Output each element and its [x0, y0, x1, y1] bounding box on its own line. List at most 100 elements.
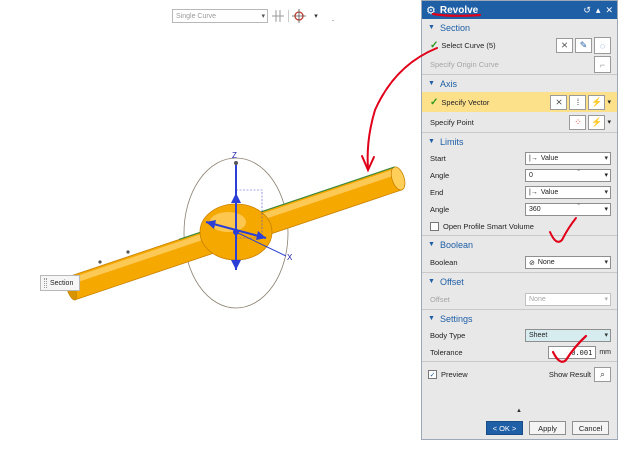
axis-group: ▼ Axis ✓ Specify Vector ⨯ ⁞ ⚡ ▾ Specify … — [422, 75, 617, 133]
value-icon: |→ — [529, 155, 538, 162]
checkmark-icon: ✓ — [430, 40, 439, 51]
open-profile-label: Open Profile Smart Volume — [443, 222, 534, 231]
chevron-down-icon[interactable]: ▾ — [607, 98, 611, 106]
graphics-viewport[interactable]: Single Curve ▾ ▾ . Z X Section — [0, 0, 420, 460]
magnifier-icon[interactable]: ⌕ — [594, 367, 611, 382]
end-angle-input[interactable]: 360 ° ▾ — [525, 203, 611, 216]
chevron-down-icon: ▾ — [604, 172, 608, 179]
boolean-group: ▼ Boolean Boolean ⊘ None ▾ — [422, 236, 617, 273]
section-tooltip[interactable]: Section — [40, 275, 80, 291]
dialog-buttons: < OK > Apply Cancel — [422, 421, 617, 435]
select-curve-label: Select Curve (5) — [441, 41, 496, 50]
section-group-header[interactable]: ▼ Section — [422, 19, 617, 36]
offset-group-header[interactable]: ▼ Offset — [422, 273, 617, 290]
vector-dialog-icon[interactable]: ⚡ — [588, 94, 606, 110]
dialog-title: Revolve — [439, 4, 479, 16]
chevron-down-icon[interactable]: ▾ — [607, 118, 611, 126]
specify-point-row[interactable]: Specify Point ⁘ ⚡ ▾ — [422, 112, 617, 132]
body-type-row: Body Type Sheet ▾ — [422, 327, 617, 344]
section-group: ▼ Section ✓ Select Curve (5) ⨯ ✎ ◌ Speci… — [422, 19, 617, 75]
start-row: Start |→ Value ▾ — [422, 150, 617, 167]
section-tooltip-label: Section — [50, 279, 74, 287]
chevron-down-icon: ▼ — [428, 278, 435, 285]
chevron-down-icon: ▾ — [604, 189, 608, 196]
start-label: Start — [430, 154, 446, 163]
no-boolean-icon: ⊘ — [529, 259, 535, 267]
chevron-down-icon: ▼ — [428, 315, 435, 322]
axis-header-label: Axis — [439, 78, 457, 89]
boolean-row: Boolean ⊘ None ▾ — [422, 253, 617, 272]
deselect-icon[interactable]: ⨯ — [556, 38, 573, 53]
limits-group-header[interactable]: ▼ Limits — [422, 133, 617, 150]
body-type-value: Sheet — [529, 332, 548, 339]
dialog-titlebar[interactable]: ⚙ Revolve ↺ ▴ ✕ — [422, 1, 617, 19]
axis-group-header[interactable]: ▼ Axis — [422, 75, 617, 92]
select-curve-row[interactable]: ✓ Select Curve (5) ⨯ ✎ ◌ — [422, 36, 617, 55]
end-type-dropdown[interactable]: |→ Value ▾ — [525, 186, 611, 199]
preview-label: Preview — [441, 370, 468, 379]
start-type-value: Value — [540, 155, 559, 162]
boolean-value: None — [537, 259, 555, 266]
z-axis-label: Z — [232, 151, 237, 160]
tolerance-label: Tolerance — [430, 348, 463, 357]
tolerance-value: 0.001 — [571, 348, 593, 357]
specify-vector-row[interactable]: ✓ Specify Vector ⨯ ⁞ ⚡ ▾ — [422, 92, 617, 112]
show-result-label: Show Result — [548, 370, 591, 379]
tolerance-input[interactable]: 0.001 — [548, 346, 597, 359]
offset-dropdown[interactable]: None ▾ — [525, 293, 611, 306]
body-type-dropdown[interactable]: Sheet ▾ — [525, 329, 611, 342]
boolean-label: Boolean — [430, 258, 458, 267]
start-angle-value: 0 — [529, 172, 533, 179]
open-profile-checkbox[interactable] — [430, 222, 439, 231]
close-icon[interactable]: ✕ — [605, 5, 613, 16]
chevron-down-icon: ▼ — [428, 24, 435, 31]
start-angle-input[interactable]: 0 ° ▾ — [525, 169, 611, 182]
offset-group: ▼ Offset Offset None ▾ — [422, 273, 617, 310]
revolve-dialog: ⚙ Revolve ↺ ▴ ✕ ▼ Section ✓ Select Curve… — [421, 0, 618, 440]
specify-origin-label: Specify Origin Curve — [430, 60, 499, 69]
settings-header-label: Settings — [439, 313, 473, 324]
boolean-header-label: Boolean — [439, 239, 473, 250]
offset-label: Offset — [430, 295, 450, 304]
end-label: End — [430, 188, 444, 197]
specify-origin-row[interactable]: Specify Origin Curve ⌐ — [422, 55, 617, 74]
chevron-down-icon: ▼ — [428, 138, 435, 145]
reset-icon[interactable]: ↺ — [583, 5, 591, 16]
chevron-down-icon: ▾ — [604, 296, 608, 303]
limits-header-label: Limits — [439, 136, 464, 147]
chevron-down-icon: ▾ — [604, 206, 608, 213]
preview-checkbox[interactable]: ✓ — [428, 370, 437, 379]
open-profile-row[interactable]: Open Profile Smart Volume — [422, 218, 617, 235]
collapse-icon[interactable]: ▴ — [596, 5, 601, 16]
reverse-direction-icon[interactable]: ⁞ — [569, 94, 587, 110]
section-header-label: Section — [439, 22, 470, 33]
sketch-section-icon[interactable]: ✎ — [575, 38, 592, 53]
chevron-down-icon: ▾ — [604, 332, 608, 339]
curve-select-icon[interactable]: ◌ — [594, 37, 611, 54]
boolean-group-header[interactable]: ▼ Boolean — [422, 236, 617, 253]
specify-point-label: Specify Point — [430, 117, 474, 127]
end-angle-label: Angle — [430, 205, 450, 214]
end-type-value: Value — [540, 189, 559, 196]
origin-curve-icon[interactable]: ⌐ — [594, 56, 611, 73]
model-scene[interactable]: Z X — [0, 0, 420, 460]
offset-header-label: Offset — [439, 276, 464, 287]
offset-value: None — [529, 296, 546, 303]
cancel-button[interactable]: Cancel — [572, 421, 609, 435]
boolean-dropdown[interactable]: ⊘ None ▾ — [525, 256, 611, 269]
chevron-down-icon: ▾ — [604, 259, 608, 266]
apply-button[interactable]: Apply — [529, 421, 566, 435]
specify-vector-label: Specify Vector — [441, 97, 490, 107]
gear-icon[interactable]: ⚙ — [426, 4, 436, 17]
ok-button[interactable]: < OK > — [486, 421, 523, 435]
deselect-icon[interactable]: ⨯ — [550, 94, 568, 110]
settings-group-header[interactable]: ▼ Settings — [422, 310, 617, 327]
offset-row: Offset None ▾ — [422, 290, 617, 309]
inferred-point-icon[interactable]: ⚡ — [588, 114, 606, 130]
end-angle-unit: ° — [577, 203, 580, 210]
grip-icon — [44, 278, 47, 288]
checkmark-icon: ✓ — [430, 96, 439, 108]
point-dialog-icon[interactable]: ⁘ — [569, 114, 587, 130]
start-type-dropdown[interactable]: |→ Value ▾ — [525, 152, 611, 165]
expand-caret-icon[interactable]: ▲ — [516, 408, 522, 414]
